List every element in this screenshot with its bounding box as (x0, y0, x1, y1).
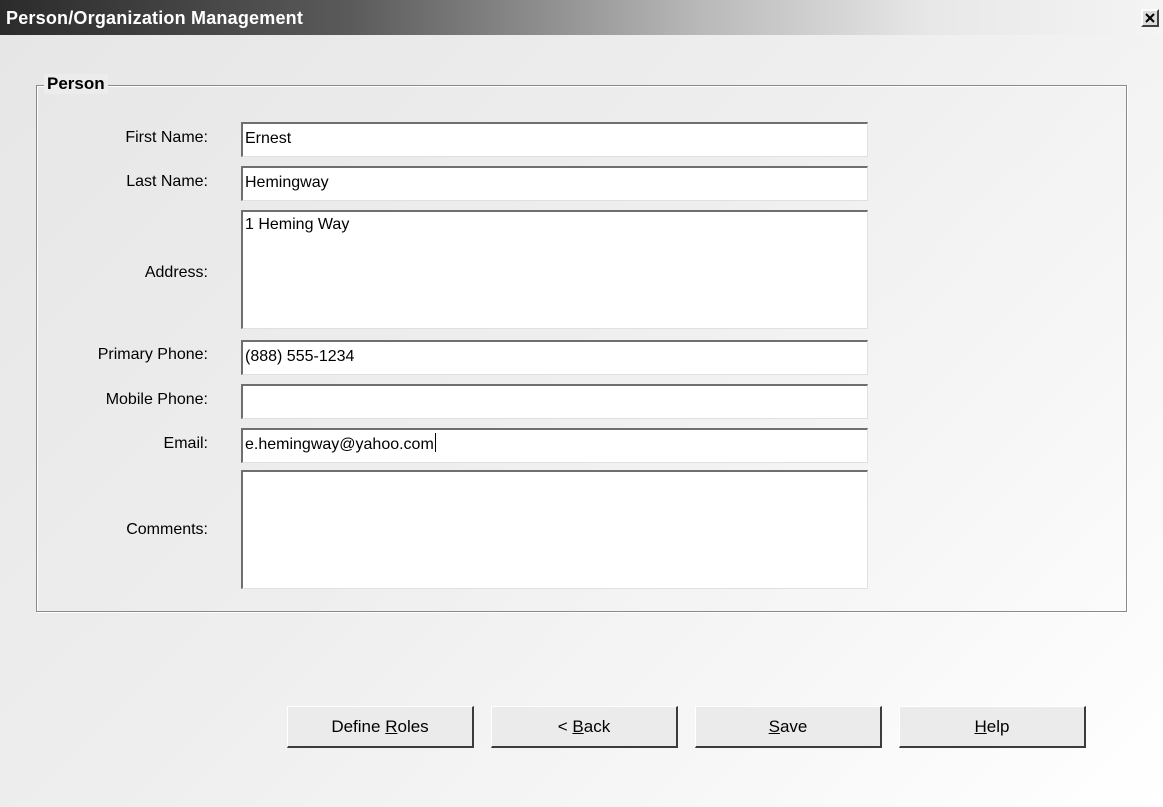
back-label-post: ack (583, 716, 611, 736)
back-mnemonic: B (572, 716, 584, 736)
help-label-post: elp (986, 716, 1010, 736)
define-roles-label-post: oles (397, 716, 429, 736)
save-label-post: ave (779, 716, 808, 736)
last-name-input[interactable]: Hemingway (241, 166, 868, 201)
close-button[interactable] (1141, 9, 1159, 27)
back-button[interactable]: < Back (491, 706, 678, 748)
address-textarea[interactable]: 1 Heming Way (241, 210, 868, 329)
person-group-legend: Person (44, 74, 108, 94)
text-caret (434, 433, 436, 452)
last-name-label: Last Name: (126, 173, 208, 190)
email-label: Email: (163, 435, 208, 452)
close-icon (1145, 13, 1155, 23)
first-name-input[interactable]: Ernest (241, 122, 868, 157)
help-button[interactable]: Help (899, 706, 1086, 748)
back-label-pre: < (557, 716, 573, 736)
email-input[interactable]: e.hemingway@yahoo.com (241, 428, 868, 463)
mobile-phone-input[interactable] (241, 384, 868, 419)
comments-textarea[interactable] (241, 470, 868, 589)
primary-phone-label: Primary Phone: (97, 346, 208, 363)
define-roles-button[interactable]: Define Roles (287, 706, 474, 748)
primary-phone-input[interactable]: (888) 555-1234 (241, 340, 868, 375)
first-name-label: First Name: (125, 129, 208, 146)
define-roles-label-pre: Define (331, 716, 386, 736)
mobile-phone-label: Mobile Phone: (105, 391, 208, 408)
address-label: Address: (144, 264, 208, 281)
email-value: e.hemingway@yahoo.com (245, 436, 434, 453)
save-mnemonic: S (768, 716, 780, 736)
define-roles-mnemonic: R (385, 716, 398, 736)
window-title: Person/Organization Management (6, 8, 304, 28)
save-button[interactable]: Save (695, 706, 882, 748)
comments-label: Comments: (126, 521, 208, 538)
title-bar[interactable]: Person/Organization Management (0, 0, 1163, 35)
person-organization-dialog: Person/Organization Management Person Fi… (0, 0, 1163, 807)
help-mnemonic: H (974, 716, 987, 736)
